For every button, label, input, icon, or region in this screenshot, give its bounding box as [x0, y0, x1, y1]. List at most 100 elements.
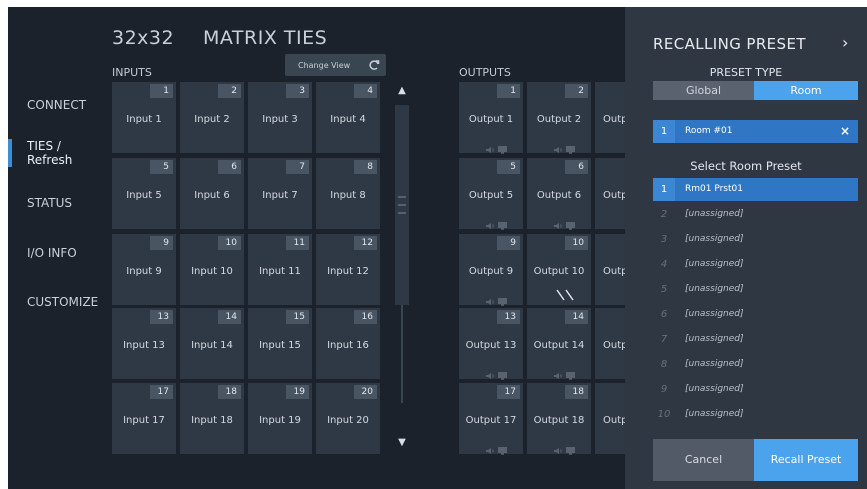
output-label: Output 13	[465, 340, 517, 351]
output-tile[interactable]: 17 Output 17	[459, 383, 523, 455]
input-tile[interactable]: 6 Input 6	[180, 158, 244, 229]
input-tile[interactable]: 3 Input 3	[248, 82, 312, 153]
output-number-badge: 9	[497, 236, 520, 250]
input-tile[interactable]: 12 Input 12	[316, 234, 380, 305]
monitor-icon	[566, 139, 575, 154]
input-number-badge: 7	[286, 160, 309, 174]
output-tile[interactable]: 13 Output 13	[459, 308, 523, 380]
input-tile[interactable]: 16 Input 16	[316, 308, 380, 379]
input-tile[interactable]: 14 Input 14	[180, 308, 244, 379]
nav-connect[interactable]: CONNECT	[8, 98, 108, 112]
output-label: Output 18	[533, 415, 585, 426]
input-label: Input 20	[327, 415, 369, 426]
preset-item[interactable]: 7 [unassigned]	[653, 328, 858, 351]
output-indicators	[459, 440, 523, 455]
preset-item[interactable]: 10 [unassigned]	[653, 403, 858, 426]
outputs-label: OUTPUTS	[459, 66, 511, 79]
preset-item[interactable]: 4 [unassigned]	[653, 253, 858, 276]
output-tile[interactable]: 14 Output 14	[527, 308, 591, 380]
input-tile[interactable]: 17 Input 17	[112, 383, 176, 454]
chevron-right-icon[interactable]: ›	[842, 33, 848, 52]
output-indicators	[527, 365, 591, 380]
change-view-button[interactable]: Change View	[285, 54, 386, 76]
input-number-badge: 4	[354, 84, 377, 98]
output-tile[interactable]: 18 Output 18	[527, 383, 591, 455]
preset-type-label: PRESET TYPE	[709, 66, 783, 79]
nav-ties-refresh[interactable]: TIES / Refresh	[8, 139, 108, 167]
input-label: Input 6	[194, 190, 230, 201]
speaker-icon	[553, 215, 563, 229]
output-indicators	[527, 215, 591, 230]
preset-item[interactable]: 6 [unassigned]	[653, 303, 858, 326]
preset-item[interactable]: 1 Rm01 Prst01	[653, 178, 858, 201]
panel-title: RECALLING PRESET	[653, 35, 806, 53]
type-room-button[interactable]: Room	[754, 81, 858, 100]
output-tile[interactable]: 1 Output 1	[459, 82, 523, 154]
page-title: MATRIX TIES	[203, 27, 328, 49]
nav-customize[interactable]: CUSTOMIZE	[8, 295, 108, 309]
input-number-badge: 11	[286, 236, 309, 250]
input-tile[interactable]: 18 Input 18	[180, 383, 244, 454]
input-tile[interactable]: 11 Input 11	[248, 234, 312, 305]
clear-room-icon[interactable]: ×	[840, 120, 850, 143]
output-tile[interactable]: 2 Output 2	[527, 82, 591, 154]
input-label: Input 16	[327, 340, 369, 351]
output-label: Output 17	[465, 415, 517, 426]
recall-preset-button[interactable]: Recall Preset	[754, 439, 858, 481]
output-tile[interactable]: 9 Output 9	[459, 234, 523, 306]
input-tile[interactable]: 2 Input 2	[180, 82, 244, 153]
selected-room-num: 1	[653, 120, 675, 143]
refresh-icon	[369, 60, 380, 70]
input-tile[interactable]: 1 Input 1	[112, 82, 176, 153]
input-tile[interactable]: 20 Input 20	[316, 383, 380, 454]
preset-label: [unassigned]	[685, 384, 744, 394]
preset-item[interactable]: 2 [unassigned]	[653, 203, 858, 226]
input-tile[interactable]: 10 Input 10	[180, 234, 244, 305]
input-label: Input 10	[191, 266, 233, 277]
input-label: Input 9	[126, 266, 162, 277]
preset-item[interactable]: 9 [unassigned]	[653, 378, 858, 401]
output-tile-partial[interactable]: Outp	[595, 82, 625, 153]
scroll-down-button[interactable]: ▼	[394, 436, 410, 450]
input-label: Input 2	[194, 114, 230, 125]
input-number-badge: 10	[218, 236, 241, 250]
output-label: Output 5	[468, 190, 514, 201]
input-tile[interactable]: 19 Input 19	[248, 383, 312, 454]
selected-room-label: Room #01	[685, 126, 733, 136]
input-tile[interactable]: 7 Input 7	[248, 158, 312, 229]
preset-item[interactable]: 3 [unassigned]	[653, 228, 858, 251]
type-global-button[interactable]: Global	[653, 81, 754, 100]
output-tile-partial[interactable]: Outp	[595, 383, 625, 454]
input-tile[interactable]: 15 Input 15	[248, 308, 312, 379]
preset-item[interactable]: 5 [unassigned]	[653, 278, 858, 301]
preset-label: [unassigned]	[685, 409, 744, 419]
selected-room-field[interactable]: 1 Room #01 ×	[653, 120, 858, 143]
output-tile-partial[interactable]: Outp	[595, 308, 625, 379]
output-indicators	[459, 215, 523, 230]
output-tile-partial[interactable]: Outp	[595, 158, 625, 229]
input-label: Input 12	[327, 266, 369, 277]
output-tile-partial[interactable]: Outp	[595, 234, 625, 305]
cancel-button[interactable]: Cancel	[653, 439, 754, 481]
input-tile[interactable]: 13 Input 13	[112, 308, 176, 379]
input-tile[interactable]: 8 Input 8	[316, 158, 380, 229]
output-tile[interactable]: 6 Output 6	[527, 158, 591, 230]
preset-label: [unassigned]	[685, 334, 744, 344]
input-tile[interactable]: 4 Input 4	[316, 82, 380, 153]
nav-status[interactable]: STATUS	[8, 196, 108, 210]
output-number-badge: 10	[565, 236, 588, 250]
scrollbar[interactable]	[395, 105, 409, 403]
preset-label: [unassigned]	[685, 284, 744, 294]
nav-io-info[interactable]: I/O INFO	[8, 246, 108, 260]
monitor-icon	[498, 139, 507, 154]
input-label: Input 11	[259, 266, 301, 277]
input-number-badge: 13	[150, 310, 173, 324]
scroll-up-button[interactable]: ▲	[394, 84, 410, 98]
input-tile[interactable]: 9 Input 9	[112, 234, 176, 305]
input-tile[interactable]: 5 Input 5	[112, 158, 176, 229]
output-tile[interactable]: 5 Output 5	[459, 158, 523, 230]
speaker-icon	[485, 440, 495, 454]
output-label: Output 9	[468, 266, 514, 277]
preset-item[interactable]: 8 [unassigned]	[653, 353, 858, 376]
output-tile[interactable]: 10 Output 10	[527, 234, 591, 305]
